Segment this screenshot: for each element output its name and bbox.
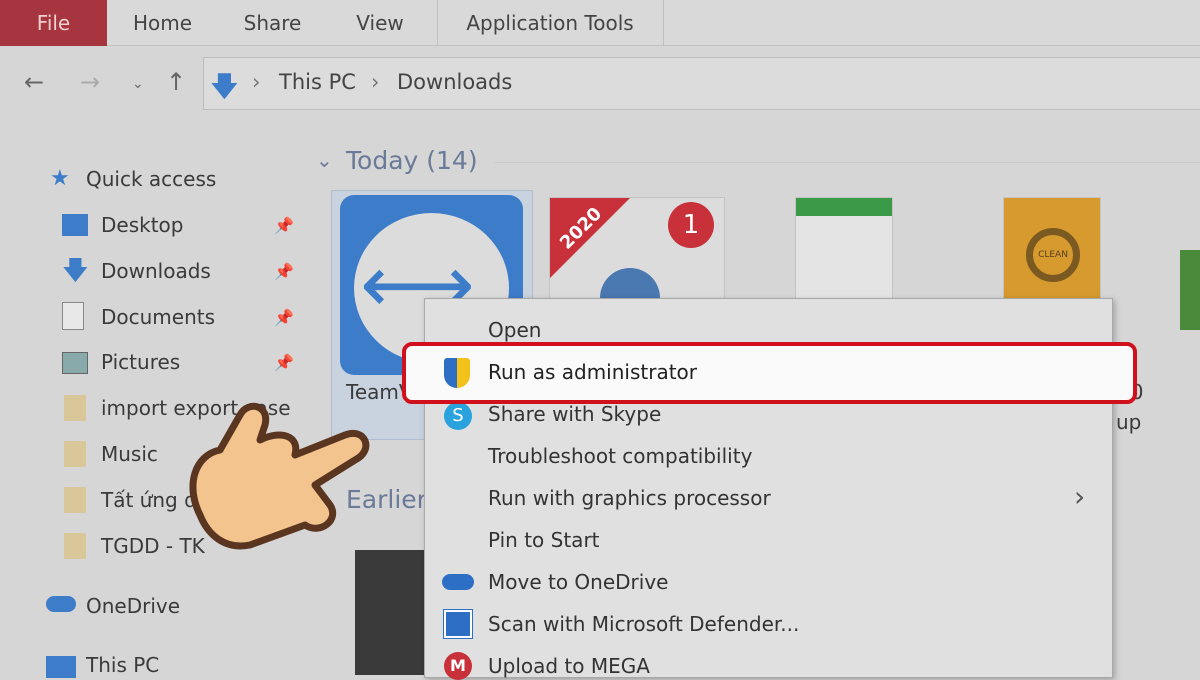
pointing-hand-icon — [189, 402, 370, 550]
sidebar-item-desktop[interactable]: Desktop — [101, 213, 183, 237]
divider — [663, 0, 664, 46]
menu-item-pin-to-start[interactable]: Pin to Start — [488, 528, 600, 552]
clean-label: CLEAN — [1026, 228, 1080, 282]
pin-icon[interactable]: 📌 — [274, 262, 294, 281]
folder-icon — [64, 487, 86, 513]
menu-item-scan-with-defender[interactable]: Scan with Microsoft Defender... — [488, 612, 799, 636]
desktop-icon — [62, 214, 88, 236]
folder-icon — [64, 533, 86, 559]
menu-item-run-with-graphics-processor[interactable]: Run with graphics processor — [488, 486, 771, 510]
pin-icon[interactable]: 📌 — [274, 308, 294, 327]
sidebar-item-documents[interactable]: Documents — [101, 305, 215, 329]
sidebar-item-pictures[interactable]: Pictures — [101, 350, 180, 374]
tab-file[interactable]: File — [0, 0, 107, 46]
menu-item-move-to-onedrive[interactable]: Move to OneDrive — [488, 570, 668, 594]
star-icon: ★ — [50, 166, 70, 191]
breadcrumb-downloads[interactable]: Downloads — [397, 70, 512, 94]
leaf-thumbnail[interactable] — [1180, 250, 1200, 330]
mega-icon: M — [444, 652, 472, 680]
onedrive-icon — [442, 574, 474, 590]
clean-app-thumbnail[interactable]: CLEAN — [1003, 197, 1101, 302]
menu-item-upload-to-mega[interactable]: Upload to MEGA — [488, 654, 650, 678]
cloud-icon — [46, 596, 76, 612]
file-thumbnail[interactable] — [355, 550, 425, 675]
pin-icon[interactable]: 📌 — [274, 353, 294, 372]
chevron-icon: › — [252, 70, 261, 94]
forward-button[interactable]: → — [80, 68, 100, 96]
folder-icon — [64, 441, 86, 467]
divider — [437, 0, 438, 46]
up-button[interactable]: ↑ — [166, 68, 186, 96]
tab-home[interactable]: Home — [115, 0, 210, 46]
divider — [495, 162, 1200, 163]
sidebar-item-quick-access[interactable]: Quick access — [86, 167, 216, 191]
collapse-chevron-icon[interactable]: ⌄ — [316, 148, 333, 172]
skype-icon: S — [444, 402, 472, 430]
download-arrow-icon: 🡇 — [210, 70, 239, 103]
sidebar-item-downloads[interactable]: Downloads — [101, 259, 211, 283]
tab-view[interactable]: View — [340, 0, 420, 46]
breadcrumb-this-pc[interactable]: This PC — [279, 70, 356, 94]
menu-item-open[interactable]: Open — [488, 318, 541, 342]
screenshot-thumbnail[interactable] — [795, 197, 893, 302]
tab-share[interactable]: Share — [230, 0, 315, 46]
menu-item-share-with-skype[interactable]: Share with Skype — [488, 402, 661, 426]
defender-icon — [443, 609, 473, 639]
download-icon: 🡇 — [62, 256, 89, 286]
document-icon — [62, 302, 84, 330]
pictures-icon — [62, 352, 88, 374]
sidebar-item-onedrive[interactable]: OneDrive — [86, 594, 180, 618]
menu-item-troubleshoot-compatibility[interactable]: Troubleshoot compatibility — [488, 444, 752, 468]
file-name: up — [1116, 410, 1142, 434]
highlight-box — [402, 342, 1137, 404]
recent-dropdown[interactable]: ⌄ — [132, 76, 144, 92]
back-button[interactable]: ← — [24, 68, 44, 96]
pin-icon[interactable]: 📌 — [274, 216, 294, 235]
group-header-today[interactable]: Today (14) — [346, 146, 478, 175]
sidebar-item-music[interactable]: Music — [101, 442, 158, 466]
tab-application-tools[interactable]: Application Tools — [450, 0, 650, 46]
folder-icon — [64, 395, 86, 421]
sidebar-item-this-pc[interactable]: This PC — [86, 653, 159, 677]
count-badge: 1 — [668, 202, 714, 248]
cleaner-app-thumbnail[interactable]: 2020 1 — [549, 197, 725, 307]
chevron-icon: › — [371, 70, 380, 94]
submenu-chevron-icon: › — [1074, 480, 1086, 513]
